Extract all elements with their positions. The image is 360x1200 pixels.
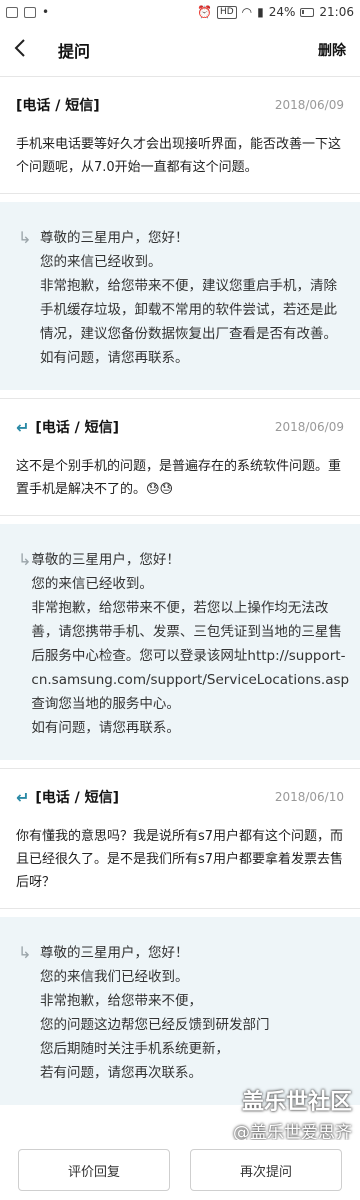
hd-badge: HD (216, 5, 237, 19)
reply-line: 您的来信我们已经收到。 (40, 969, 189, 985)
reply-line: 非常抱歉，给您带来不便，建议您重启手机，清除手机缓存垃圾，卸载不常用的软件尝试，… (40, 278, 337, 342)
ask-again-button[interactable]: 再次提问 (190, 1149, 342, 1191)
battery-icon (300, 7, 315, 17)
question-header: ↵ [电话 / 短信] 2018/06/09 (16, 417, 344, 437)
reply-text: 尊敬的三星用户，您好！ 您的来信已经收到。非常抱歉，给您带来不便，建议您重启手机，… (40, 226, 344, 370)
delete-button[interactable]: 删除 (318, 40, 346, 60)
wifi-icon: ◠ (241, 5, 253, 19)
question-item: ↵ [电话 / 短信] 2018/06/09 这不是个别手机的问题，是普遍存在的系统软… (0, 398, 360, 516)
app-header: 提问 删除 (0, 24, 360, 76)
back-button[interactable] (14, 38, 44, 62)
more-notifications-icon: • (42, 5, 50, 19)
notification-icons: • (6, 5, 49, 19)
question-text: 你有懂我的意思吗？我是说所有s7用户都有这个问题，而且已经很久了。是不是我们所有… (16, 829, 344, 890)
reply-line: 非常抱歉，给您带来不便，若您以上操作均无法改善，请您携带手机、发票、三包凭证到当… (31, 600, 350, 712)
reply-arrow-icon: ↳ (18, 228, 32, 247)
reply-line: 尊敬的三星用户，您好！ (40, 230, 189, 246)
followup-arrow-icon: ↵ (16, 417, 30, 437)
reply-arrow-icon: ↳ (18, 943, 32, 962)
question-date: 2018/06/09 (274, 420, 344, 434)
question-date: 2018/06/09 (274, 98, 344, 112)
reply-line: 尊敬的三星用户，您好！ (40, 945, 189, 961)
question-category: [电话 / 短信] (35, 420, 120, 436)
question-category: [电话 / 短信] (35, 790, 120, 806)
signal-icon: ▮ (257, 5, 264, 19)
question-item: [电话 / 短信] 2018/06/09 手机来电话要等好久才会出现接听界面，能否改… (0, 76, 360, 194)
bottom-action-bar: 评价回复 再次提问 (0, 1140, 360, 1200)
chevron-left-icon (14, 39, 25, 57)
reply-line: 您的来信已经收到。 (40, 254, 162, 270)
rate-reply-button[interactable]: 评价回复 (18, 1149, 170, 1191)
question-category: [电话 / 短信] (16, 98, 100, 114)
reply-text: 尊敬的三星用户，您好！ 您的来信已经收到。非常抱歉，给您带来不便，若您以上操作均无… (31, 548, 349, 740)
alarm-icon: ⏰ (196, 5, 212, 19)
reply-line: 您的问题这边帮您已经反馈到研发部门 (40, 1017, 270, 1033)
reply-line: 非常抱歉，给您带来不便， (40, 993, 202, 1009)
watermark-title: 盖乐世社区 (241, 1090, 352, 1115)
page-title: 提问 (58, 42, 91, 61)
gallery-notification-icon (6, 6, 18, 18)
question-text: 手机来电话要等好久才会出现接听界面，能否改善一下这个问题呢，从7.0开始一直都有… (16, 137, 342, 175)
watermark: 盖乐世社区 @盖乐世爱思齐 (233, 1088, 352, 1148)
reply-line: 您后期随时关注手机系统更新， (40, 1041, 229, 1057)
reply-line: 尊敬的三星用户，您好！ (31, 552, 180, 568)
system-indicators: ⏰ HD ◠ ▮ 24% 21:06 (197, 5, 354, 19)
question-item: ↵ [电话 / 短信] 2018/06/10 你有懂我的意思吗？我是说所有s7用户都有… (0, 768, 360, 909)
reply-item: ↳ 尊敬的三星用户，您好！ 您的来信我们已经收到。 非常抱歉，给您带来不便， 您的问题这… (0, 917, 360, 1105)
reply-item: ↳ 尊敬的三星用户，您好！ 您的来信已经收到。非常抱歉，给您带来不便，建议您重启手机… (0, 202, 360, 390)
app-notification-icon (24, 6, 36, 18)
reply-item: ↳ 尊敬的三星用户，您好！ 您的来信已经收到。非常抱歉，给您带来不便，若您以上操作均… (0, 524, 360, 760)
clock: 21:06 (319, 5, 354, 19)
followup-arrow-icon: ↵ (16, 787, 30, 807)
status-bar: • ⏰ HD ◠ ▮ 24% 21:06 (0, 0, 360, 24)
reply-line: 您的来信已经收到。 (31, 576, 153, 592)
reply-line: 如有问题，请您再联系。 (40, 350, 189, 366)
question-header: [电话 / 短信] 2018/06/09 (16, 95, 344, 115)
reply-line: 如有问题，请您再联系。 (31, 720, 180, 736)
question-text: 这不是个别手机的问题，是普遍存在的系统软件问题。重置手机是解决不了的。😓😓 (16, 459, 342, 497)
reply-line: 若有问题，请您再次联系。 (40, 1065, 202, 1081)
reply-arrow-icon: ↳ (18, 550, 32, 569)
reply-text: 尊敬的三星用户，您好！ 您的来信我们已经收到。 非常抱歉，给您带来不便， 您的问题这边… (40, 941, 344, 1085)
conversation-thread: [电话 / 短信] 2018/06/09 手机来电话要等好久才会出现接听界面，能否改… (0, 76, 360, 1113)
battery-percent: 24% (268, 5, 296, 19)
question-date: 2018/06/10 (274, 790, 344, 804)
question-header: ↵ [电话 / 短信] 2018/06/10 (16, 787, 344, 807)
